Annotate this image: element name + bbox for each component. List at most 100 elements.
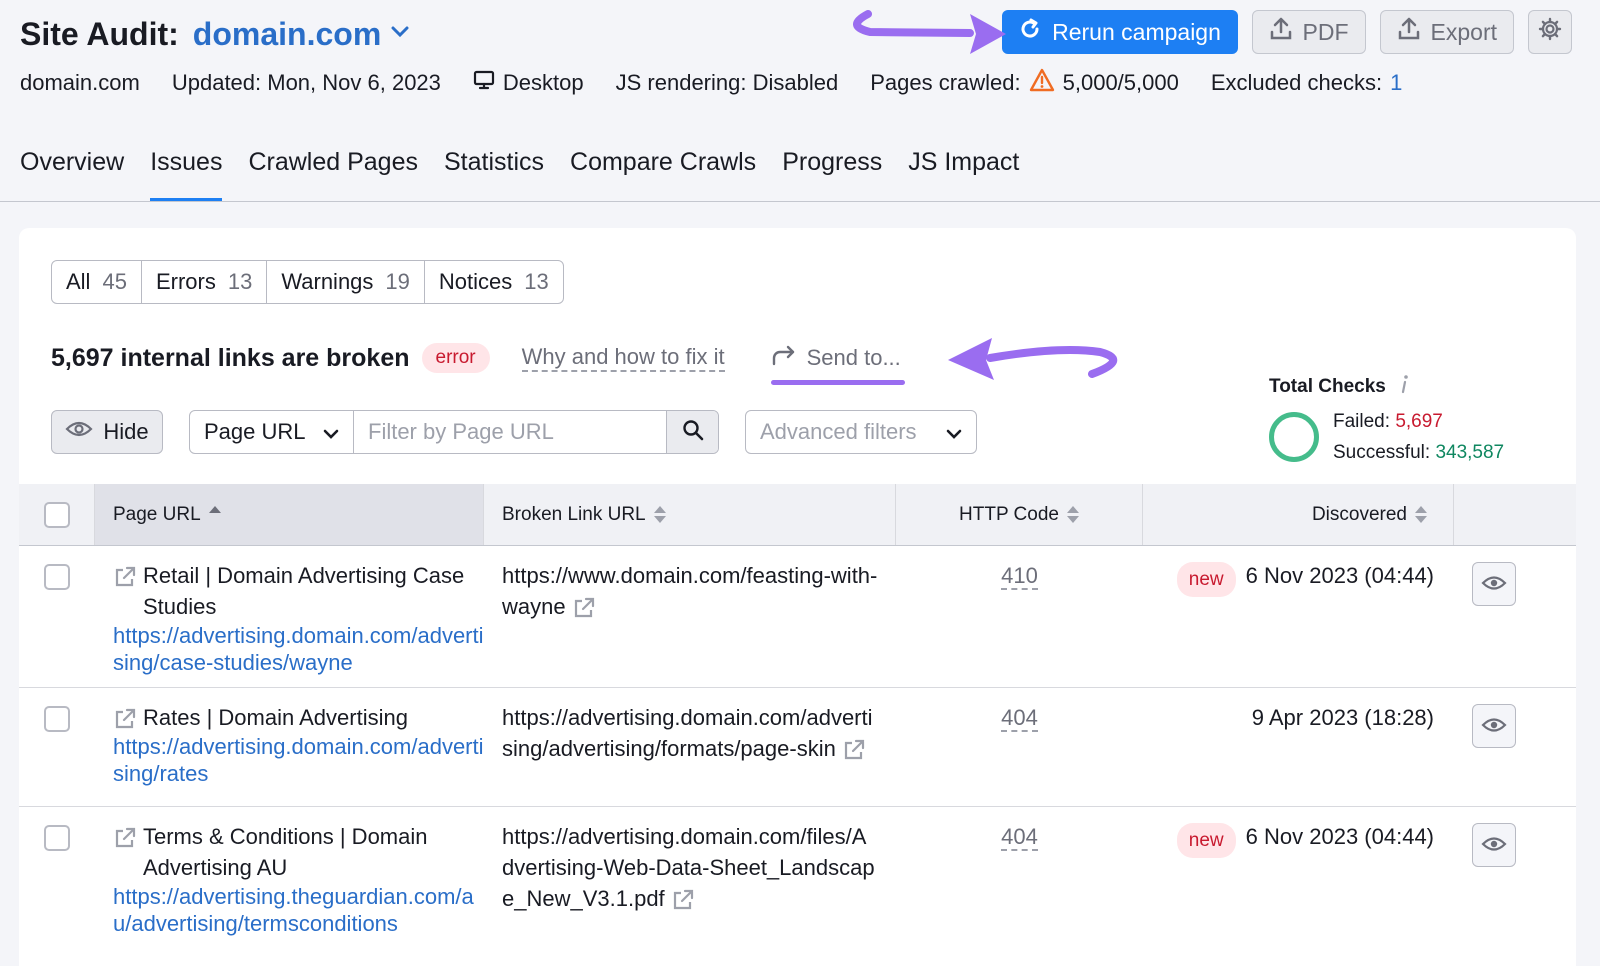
send-to-button[interactable]: Send to... [770,344,905,385]
meta-device: Desktop [473,69,584,97]
tab-issues[interactable]: Issues [150,148,223,202]
info-icon[interactable] [1400,374,1410,400]
discovered-date: 6 Nov 2023 (04:44) [1245,824,1434,849]
column-discovered-label: Discovered [1311,503,1407,525]
gear-icon [1538,17,1562,47]
column-page-url[interactable]: Page URL [95,484,484,545]
export-button[interactable]: Export [1379,10,1514,54]
meta-domain: domain.com [20,70,140,95]
filter-notices-label: Notices [438,269,513,294]
sort-icon [1066,506,1079,523]
actions-cell [1454,688,1576,806]
hide-button[interactable]: Hide [51,410,163,454]
error-badge: error [421,343,490,373]
view-details-button[interactable] [1472,562,1516,606]
select-all-checkbox[interactable] [43,501,70,528]
tab-overview[interactable]: Overview [20,148,124,202]
table-controls: Hide Page URL Advanced filters [51,410,977,454]
column-discovered[interactable]: Discovered [1143,484,1454,545]
search-icon [682,419,704,446]
chevron-down-icon [323,419,339,445]
page-cell: Rates | Domain Advertising https://adver… [95,688,484,806]
filter-field-value: Page URL [204,419,306,444]
column-http-code-label: HTTP Code [959,503,1059,525]
settings-button[interactable] [1528,10,1572,54]
tab-js-impact[interactable]: JS Impact [908,148,1019,202]
excluded-checks-link[interactable]: 1 [1390,70,1402,96]
page-title-line: Rates | Domain Advertising [113,702,484,733]
filter-notices[interactable]: Notices 13 [425,261,563,303]
filter-all[interactable]: All 45 [52,261,142,303]
successful-label: Successful: [1333,442,1431,463]
http-code-cell: 404 [896,807,1143,957]
filter-notices-count: 13 [524,269,549,294]
external-link-icon[interactable] [113,560,137,591]
column-http-code[interactable]: HTTP Code [896,484,1143,545]
issue-type-filter: All 45 Errors 13 Warnings 19 Notices 13 [51,260,564,304]
why-and-how-link[interactable]: Why and how to fix it [521,344,725,372]
page-url-link[interactable]: https://advertising.theguardian.com/au/a… [113,883,484,937]
page-title-text: Retail | Domain Advertising Case Studies [143,563,465,619]
external-link-icon[interactable] [842,736,866,761]
row-checkbox[interactable] [44,706,70,732]
row-checkbox[interactable] [44,825,70,851]
issue-title: 5,697 internal links are broken [51,343,410,372]
advanced-filters-dropdown[interactable]: Advanced filters [745,410,977,454]
page-url-link[interactable]: https://advertising.domain.com/advertisi… [113,622,484,676]
page-url-link[interactable]: https://advertising.domain.com/advertisi… [113,733,484,787]
total-checks-label: Total Checks [1269,376,1386,397]
external-link-icon[interactable] [113,702,137,733]
failed-checks: Failed: 5,697 [1333,406,1504,437]
checks-donut [1269,412,1319,462]
broken-link-cell: https://advertising.domain.com/advertisi… [484,688,896,806]
filter-errors[interactable]: Errors 13 [142,261,268,303]
filter-all-count: 45 [102,269,127,294]
page-url-filter-input[interactable] [354,411,666,453]
filter-field-select[interactable]: Page URL [190,411,354,453]
search-button[interactable] [666,411,718,453]
external-link-icon[interactable] [572,594,596,619]
http-code-value[interactable]: 404 [1001,824,1038,851]
tab-crawled-pages[interactable]: Crawled Pages [248,148,418,202]
select-all-cell [19,484,95,545]
chevron-down-icon[interactable] [391,25,409,43]
page-title-line: Terms & Conditions | Domain Advertising … [113,821,484,883]
view-details-button[interactable] [1472,823,1516,867]
row-checkbox[interactable] [44,564,70,590]
page-title-text: Rates | Domain Advertising [143,705,408,730]
filter-errors-label: Errors [155,269,216,294]
url-filter-group: Page URL [189,410,719,454]
successful-value: 343,587 [1435,442,1505,463]
pages-crawled-value: 5,000/5,000 [1062,70,1179,95]
page-title-text: Terms & Conditions | Domain Advertising … [143,824,428,880]
filter-warnings-count: 19 [385,269,410,294]
external-link-icon[interactable] [113,821,137,852]
meta-excluded-checks: Excluded checks: 1 [1211,70,1402,96]
actions-cell [1454,546,1576,687]
tab-statistics[interactable]: Statistics [444,148,544,202]
pdf-button[interactable]: PDF [1251,10,1366,54]
http-code-value[interactable]: 410 [1001,563,1038,590]
pages-crawled-label: Pages crawled: [870,70,1021,95]
rerun-campaign-button[interactable]: Rerun campaign [1001,10,1238,54]
failed-value: 5,697 [1395,411,1443,432]
table-row: Rates | Domain Advertising https://adver… [19,688,1576,807]
actions-cell [1454,807,1576,957]
hide-label: Hide [103,419,149,444]
table-header: Page URL Broken Link URL HTTP Code Disco… [19,484,1576,546]
chevron-down-icon [946,419,962,445]
column-broken-link-url[interactable]: Broken Link URL [484,484,896,545]
audit-meta: domain.com Updated: Mon, Nov 6, 2023 Des… [20,68,1434,98]
top-actions: Rerun campaign PDF Export [1001,10,1572,54]
http-code-value[interactable]: 404 [1001,705,1038,732]
project-domain-selector[interactable]: domain.com [193,16,381,53]
advanced-filters-label: Advanced filters [760,419,917,444]
tab-progress[interactable]: Progress [782,148,882,202]
external-link-icon[interactable] [671,886,695,911]
view-details-button[interactable] [1472,704,1516,748]
page-cell: Retail | Domain Advertising Case Studies… [95,546,484,687]
http-code-cell: 404 [896,688,1143,806]
filter-warnings[interactable]: Warnings 19 [267,261,425,303]
tab-compare-crawls[interactable]: Compare Crawls [570,148,756,202]
broken-links-table: Page URL Broken Link URL HTTP Code Disco… [19,484,1576,957]
